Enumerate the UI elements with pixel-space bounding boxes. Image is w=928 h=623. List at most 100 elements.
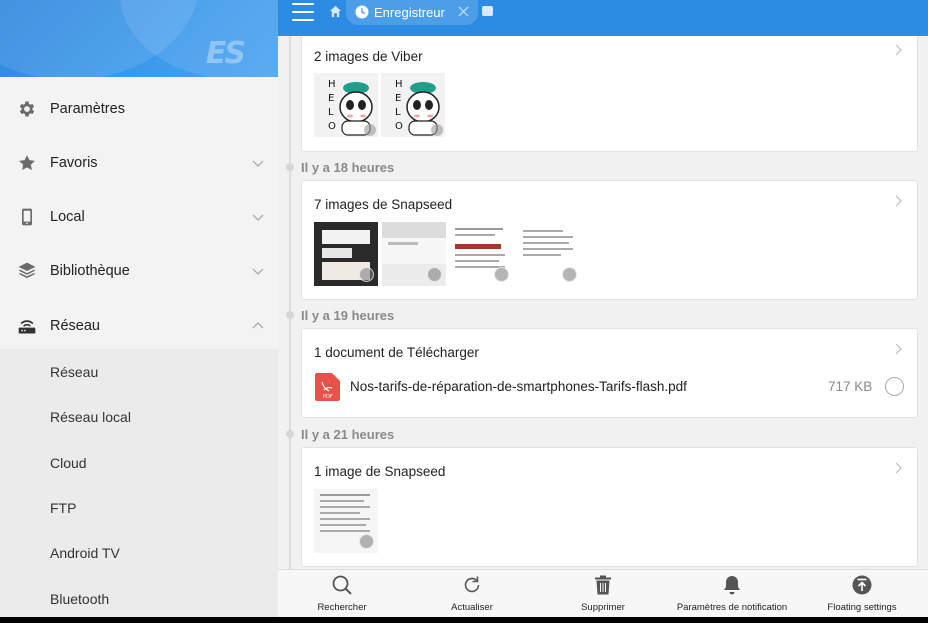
activity-card-snapseed-single[interactable]: 1 image de Snapseed: [301, 447, 918, 567]
image-thumbnail[interactable]: [449, 222, 513, 286]
chevron-down-icon[interactable]: [252, 211, 264, 223]
action-label: Rechercher: [317, 602, 367, 613]
chevron-right-icon: [895, 343, 902, 355]
svg-text:O: O: [328, 121, 336, 132]
group-timestamp: Il y a 21 heures: [301, 427, 395, 442]
sidebar-item-favorites[interactable]: Favoris: [0, 136, 278, 190]
card-title: 7 images de Snapseed: [314, 197, 453, 212]
sidebar-item-settings[interactable]: Paramètres: [0, 82, 278, 136]
image-thumbnail[interactable]: [314, 222, 378, 286]
pdf-file-icon: PDF: [315, 373, 340, 401]
chevron-right-icon: [895, 462, 902, 474]
screen-bottom-edge: [0, 617, 928, 623]
new-window-icon[interactable]: [482, 6, 493, 16]
refresh-button[interactable]: Actualiser: [437, 570, 507, 618]
upload-circle-icon: [852, 575, 872, 595]
menu-icon[interactable]: [292, 3, 314, 21]
notification-settings-button[interactable]: Paramètres de notification: [672, 570, 792, 618]
phone-icon: [17, 207, 37, 227]
sidebar-item-local[interactable]: Local: [0, 190, 278, 244]
chevron-up-icon[interactable]: [252, 320, 264, 332]
tab-recorder[interactable]: Enregistreur: [346, 0, 478, 25]
image-thumbnail[interactable]: [517, 222, 581, 286]
timeline-dot: [286, 163, 294, 171]
sidebar-item-library[interactable]: Bibliothèque: [0, 244, 278, 298]
timeline-line: [289, 36, 291, 569]
header-decoration: [120, 0, 278, 77]
delete-button[interactable]: Supprimer: [568, 570, 638, 618]
refresh-icon: [464, 576, 480, 593]
activity-card-viber[interactable]: 2 images de Viber H E L O H E L O: [301, 36, 918, 152]
app-logo: ES: [205, 36, 246, 71]
card-title: 1 image de Snapseed: [314, 464, 446, 479]
action-label: Floating settings: [827, 602, 897, 613]
top-toolbar: Enregistreur: [278, 0, 928, 36]
chevron-down-icon[interactable]: [252, 265, 264, 277]
gear-icon: [17, 99, 37, 119]
chevron-down-icon[interactable]: [252, 157, 264, 169]
file-size: 717 KB: [828, 379, 873, 394]
bell-icon: [724, 576, 740, 595]
submenu-item-label: Android TV: [50, 544, 120, 561]
svg-text:O: O: [395, 121, 403, 132]
image-thumbnail[interactable]: H E L O: [381, 73, 445, 137]
library-stack-icon: [17, 261, 37, 281]
panda-sticker-image: H E L O: [314, 73, 378, 137]
svg-text:E: E: [395, 93, 401, 104]
submenu-item-label: Bluetooth: [50, 590, 110, 607]
sidebar-item-network[interactable]: Réseau: [0, 299, 278, 353]
clock-icon: [355, 5, 369, 19]
svg-text:L: L: [328, 107, 334, 118]
submenu-item-android-tv[interactable]: Android TV: [0, 530, 278, 575]
network-submenu: Réseau Réseau local Cloud FTP Android TV…: [0, 349, 278, 623]
sidebar-item-label: Local: [50, 209, 85, 225]
search-icon: [332, 575, 352, 595]
activity-card-snapseed[interactable]: 7 images de Snapseed: [301, 180, 918, 300]
floating-settings-button[interactable]: Floating settings: [812, 570, 912, 618]
star-icon: [17, 153, 37, 173]
sidebar-item-label: Réseau: [50, 318, 100, 334]
submenu-item-network[interactable]: Réseau: [0, 349, 278, 394]
group-timestamp: Il y a 18 heures: [301, 160, 395, 175]
router-icon: [17, 316, 37, 336]
chevron-right-icon: [895, 195, 902, 207]
home-icon[interactable]: [329, 5, 342, 18]
tab-label: Enregistreur: [374, 5, 445, 20]
bottom-action-bar: Rechercher Actualiser Supprimer Paramètr…: [278, 569, 928, 617]
submenu-item-local-network[interactable]: Réseau local: [0, 394, 278, 439]
file-name: Nos-tarifs-de-réparation-de-smartphones-…: [350, 379, 687, 394]
image-thumbnail[interactable]: [314, 489, 378, 553]
sidebar-item-label: Favoris: [50, 155, 98, 171]
timeline-dot: [286, 311, 294, 319]
action-label: Paramètres de notification: [676, 602, 788, 613]
drawer-header: ES: [0, 0, 278, 77]
file-row[interactable]: PDF Nos-tarifs-de-réparation-de-smartpho…: [302, 369, 917, 405]
chevron-right-icon: [895, 44, 902, 56]
submenu-item-ftp[interactable]: FTP: [0, 485, 278, 530]
timeline-dot: [286, 430, 294, 438]
activity-card-download[interactable]: 1 document de Télécharger PDF Nos-tarifs…: [301, 328, 918, 418]
pdf-type-label: PDF: [323, 394, 333, 400]
navigation-drawer: ES Paramètres Favoris Local Bibliothèque: [0, 0, 278, 623]
svg-text:L: L: [395, 107, 401, 118]
image-thumbnail[interactable]: [382, 222, 446, 286]
trash-icon: [595, 575, 611, 595]
card-title: 1 document de Télécharger: [314, 345, 479, 360]
close-icon[interactable]: [458, 6, 469, 17]
image-thumbnail[interactable]: H E L O: [314, 73, 378, 137]
action-label: Supprimer: [581, 602, 625, 613]
action-label: Actualiser: [451, 602, 493, 613]
sidebar-item-label: Paramètres: [50, 101, 125, 117]
panda-sticker-image: H E L O: [381, 73, 445, 137]
submenu-item-bluetooth[interactable]: Bluetooth: [0, 576, 278, 621]
card-title: 2 images de Viber: [314, 49, 423, 64]
svg-text:H: H: [328, 79, 336, 90]
svg-text:E: E: [328, 93, 334, 104]
submenu-item-cloud[interactable]: Cloud: [0, 440, 278, 485]
submenu-item-label: Réseau: [50, 363, 99, 380]
submenu-item-label: FTP: [50, 499, 77, 516]
search-button[interactable]: Rechercher: [307, 570, 377, 618]
select-checkbox[interactable]: [885, 377, 904, 396]
group-timestamp: Il y a 19 heures: [301, 308, 395, 323]
sidebar-item-label: Bibliothèque: [50, 263, 130, 279]
